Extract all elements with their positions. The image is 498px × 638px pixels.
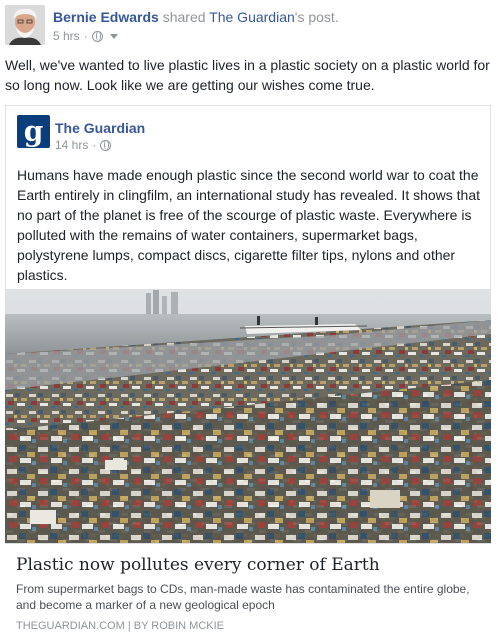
- post-meta: 5 hrs ·: [53, 28, 118, 44]
- post-status-text: Well, we've wanted to live plastic lives…: [5, 57, 490, 93]
- chevron-down-icon[interactable]: [109, 33, 118, 39]
- globe-icon: [100, 139, 112, 151]
- link-description: From supermarket bags to CDs, man-made w…: [16, 582, 470, 612]
- shared-post-text: Humans have made enough plastic since th…: [17, 167, 481, 283]
- post-header: Bernie Edwards shared The Guardian's pos…: [53, 8, 339, 26]
- shared-suffix: 's post.: [294, 9, 339, 25]
- facebook-post: Bernie Edwards shared The Guardian's pos…: [0, 0, 498, 638]
- author-avatar[interactable]: [5, 5, 45, 45]
- guardian-logo-letter: g: [23, 114, 44, 148]
- link-preview-image[interactable]: [5, 289, 491, 543]
- meta-separator: ·: [83, 29, 88, 43]
- post-timestamp[interactable]: 5 hrs: [53, 28, 80, 44]
- shared-page-link[interactable]: The Guardian: [209, 9, 295, 25]
- shared-post-card: g The Guardian 14 hrs · Humans have made…: [5, 105, 491, 635]
- shared-post-timestamp[interactable]: 14 hrs: [55, 137, 88, 153]
- shared-page-name[interactable]: The Guardian: [55, 119, 145, 137]
- link-preview-box[interactable]: Plastic now pollutes every corner of Ear…: [5, 543, 491, 635]
- link-title[interactable]: Plastic now pollutes every corner of Ear…: [16, 554, 380, 576]
- author-name-link[interactable]: Bernie Edwards: [53, 9, 159, 25]
- globe-icon: [91, 30, 103, 42]
- meta-separator: ·: [92, 138, 97, 152]
- shared-post-meta: 14 hrs ·: [55, 137, 112, 153]
- link-source: THEGUARDIAN.COM | BY ROBIN MCKIE: [16, 620, 225, 632]
- shared-label: shared: [158, 9, 210, 25]
- guardian-logo[interactable]: g: [17, 115, 50, 148]
